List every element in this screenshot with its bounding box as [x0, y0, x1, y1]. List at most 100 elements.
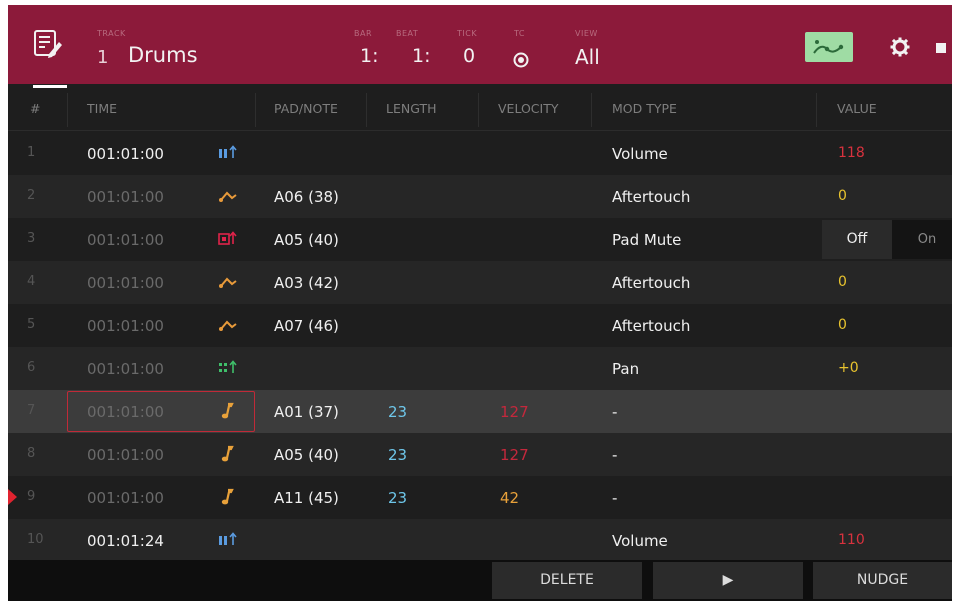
time-field[interactable]: 001:01:24: [87, 532, 164, 550]
edit-tab-underline: [33, 85, 67, 88]
row-number: 10: [27, 532, 44, 547]
mod-type-field[interactable]: Volume: [612, 145, 668, 163]
automation-curve-icon: [813, 40, 844, 54]
delete-button[interactable]: DELETE: [492, 562, 642, 599]
beat-label: BEAT: [396, 29, 419, 38]
row-number: 3: [27, 231, 36, 246]
row-number: 5: [27, 317, 36, 332]
value-field[interactable]: 0: [838, 274, 847, 290]
time-field[interactable]: 001:01:00: [87, 403, 164, 421]
track-number[interactable]: 1: [97, 47, 108, 68]
column-divider: [816, 93, 817, 127]
value-field[interactable]: +0: [838, 360, 859, 376]
nudge-button[interactable]: NUDGE: [813, 562, 952, 599]
row-number: 2: [27, 188, 36, 203]
pad-note-field[interactable]: A03 (42): [274, 274, 339, 292]
pad-note-field[interactable]: A05 (40): [274, 446, 339, 464]
column-divider: [478, 93, 479, 127]
table-row[interactable]: 4 001:01:00 A03 (42) Aftertouch 0: [8, 261, 952, 304]
length-field[interactable]: 23: [388, 489, 407, 507]
col-pad-header: PAD/NOTE: [274, 101, 338, 116]
tick-label: TICK: [457, 29, 478, 38]
battery-icon: [936, 43, 946, 53]
table-row[interactable]: 6 001:01:00 Pan +0: [8, 347, 952, 390]
pad-note-field[interactable]: A05 (40): [274, 231, 339, 249]
toggle-on-option[interactable]: On: [902, 220, 952, 259]
time-field[interactable]: 001:01:00: [87, 145, 164, 163]
view-label: VIEW: [575, 29, 598, 38]
table-row[interactable]: 9 001:01:00 A11 (45) 23 42 -: [8, 476, 952, 519]
velocity-field[interactable]: 42: [500, 489, 519, 507]
volume-event-icon: [218, 144, 238, 162]
table-row[interactable]: 7 001:01:00 A01 (37) 23 127 -: [8, 390, 952, 433]
volume-event-icon: [218, 531, 238, 549]
gear-icon[interactable]: [890, 37, 910, 57]
timing-correct-icon[interactable]: [513, 52, 529, 68]
view-field[interactable]: All: [575, 45, 600, 69]
time-field[interactable]: 001:01:00: [87, 274, 164, 292]
toggle-off-option[interactable]: Off: [822, 220, 892, 259]
column-divider: [366, 93, 367, 127]
row-number: 1: [27, 145, 36, 160]
tc-label: TC: [514, 29, 526, 38]
col-num-header: #: [30, 101, 41, 116]
mod-type-field[interactable]: Aftertouch: [612, 274, 690, 292]
table-row[interactable]: 5 001:01:00 A07 (46) Aftertouch 0: [8, 304, 952, 347]
time-field[interactable]: 001:01:00: [87, 446, 164, 464]
time-field[interactable]: 001:01:00: [87, 360, 164, 378]
time-field[interactable]: 001:01:00: [87, 231, 164, 249]
velocity-field[interactable]: 127: [500, 446, 529, 464]
note-event-icon: [218, 488, 238, 506]
col-value-header: VALUE: [837, 101, 877, 116]
mod-type-field[interactable]: -: [612, 489, 617, 507]
time-field[interactable]: 001:01:00: [87, 188, 164, 206]
velocity-field[interactable]: 127: [500, 403, 529, 421]
beat-field[interactable]: 1:: [412, 45, 431, 67]
step-edit-screen: TRACK 1 Drums BAR 1: BEAT 1: TICK 0 TC V…: [8, 5, 952, 601]
pad-note-field[interactable]: A01 (37): [274, 403, 339, 421]
column-header-row: # TIME PAD/NOTE LENGTH VELOCITY MOD TYPE…: [8, 89, 952, 131]
pad-note-field[interactable]: A11 (45): [274, 489, 339, 507]
header-bar: TRACK 1 Drums BAR 1: BEAT 1: TICK 0 TC V…: [8, 5, 952, 88]
column-divider: [591, 93, 592, 127]
bottom-button-bar: DELETE ▶ NUDGE: [8, 560, 952, 601]
value-field[interactable]: 0: [838, 317, 847, 333]
length-field[interactable]: 23: [388, 446, 407, 464]
table-row[interactable]: 8 001:01:00 A05 (40) 23 127 -: [8, 433, 952, 476]
play-button[interactable]: ▶: [653, 562, 803, 599]
mod-type-field[interactable]: Pad Mute: [612, 231, 681, 249]
col-length-header: LENGTH: [386, 101, 437, 116]
time-field[interactable]: 001:01:00: [87, 489, 164, 507]
mod-type-field[interactable]: Aftertouch: [612, 317, 690, 335]
time-field[interactable]: 001:01:00: [87, 317, 164, 335]
tick-field[interactable]: 0: [463, 45, 475, 67]
table-row[interactable]: 1 001:01:00 Volume 118: [8, 132, 952, 175]
aftertouch-event-icon: [218, 273, 238, 291]
value-field[interactable]: 118: [838, 145, 865, 161]
table-row[interactable]: 2 001:01:00 A06 (38) Aftertouch 0: [8, 175, 952, 218]
mod-type-field[interactable]: Aftertouch: [612, 188, 690, 206]
automation-control-button[interactable]: [805, 32, 853, 62]
length-field[interactable]: 23: [388, 403, 407, 421]
pad-mute-toggle[interactable]: Off On: [822, 220, 952, 259]
column-divider: [255, 93, 256, 127]
row-number: 7: [27, 403, 36, 418]
pan-event-icon: [218, 359, 238, 377]
mod-type-field[interactable]: Pan: [612, 360, 639, 378]
mod-type-field[interactable]: -: [612, 446, 617, 464]
bar-field[interactable]: 1:: [360, 45, 379, 67]
bar-label: BAR: [354, 29, 373, 38]
row-number: 6: [27, 360, 36, 375]
mod-type-field[interactable]: -: [612, 403, 617, 421]
value-field[interactable]: 110: [838, 532, 865, 548]
col-modtype-header: MOD TYPE: [612, 101, 677, 116]
mod-type-field[interactable]: Volume: [612, 532, 668, 550]
pad-note-field[interactable]: A07 (46): [274, 317, 339, 335]
table-row[interactable]: 10 001:01:24 Volume 110: [8, 519, 952, 562]
value-field[interactable]: 0: [838, 188, 847, 204]
list-edit-icon[interactable]: [32, 27, 64, 59]
pad-note-field[interactable]: A06 (38): [274, 188, 339, 206]
table-row[interactable]: 3 001:01:00 A05 (40) Pad Mute Off On: [8, 218, 952, 261]
track-name[interactable]: Drums: [128, 43, 198, 67]
pad-mute-event-icon: [218, 230, 238, 248]
